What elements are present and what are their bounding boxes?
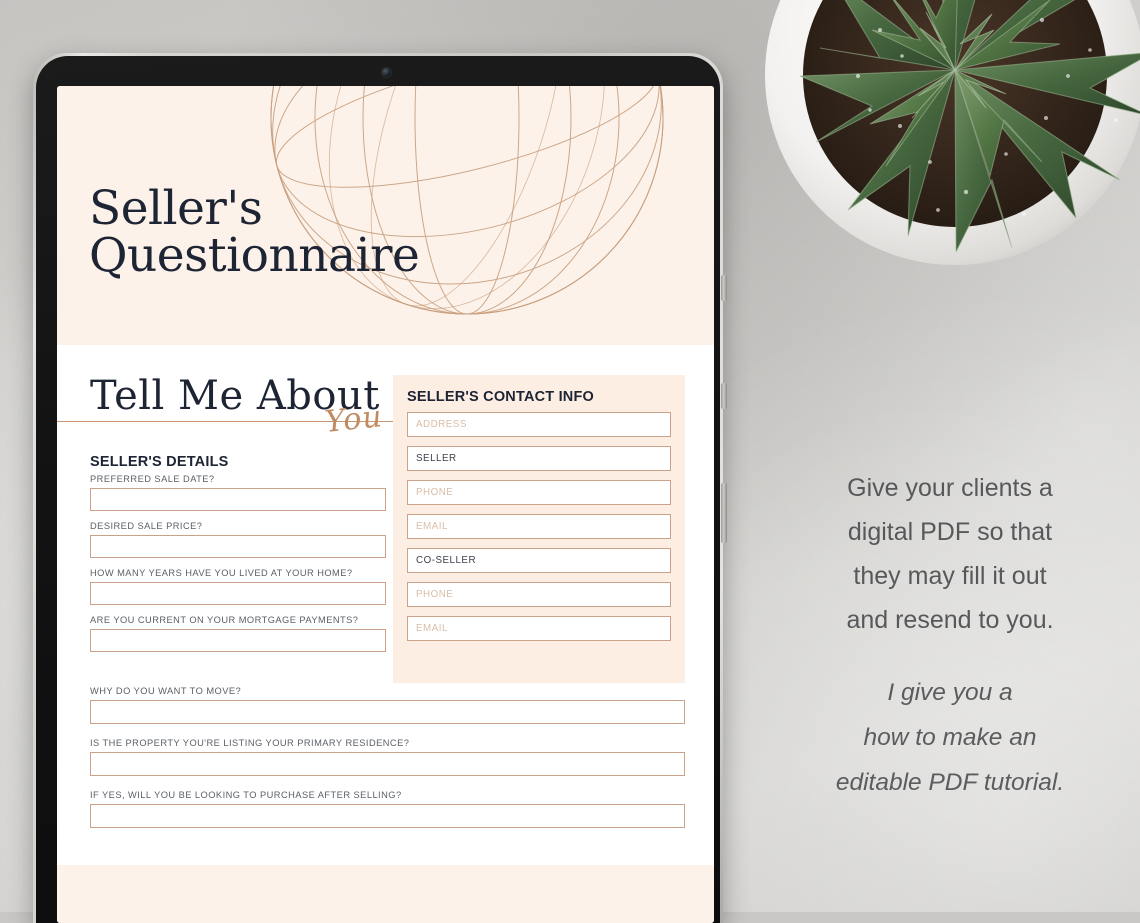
question-group-why-move: WHY DO YOU WANT TO MOVE? [90, 686, 685, 724]
contact-info-heading: SELLER'S CONTACT INFO [407, 389, 595, 405]
volume-down-button[interactable] [721, 383, 727, 409]
co-seller-email-placeholder: EMAIL [416, 623, 448, 634]
question-group-desired-sale-price: DESIRED SALE PRICE? [90, 521, 386, 558]
copy-line: how to make an [863, 724, 1037, 751]
tablet-device: Seller's Questionnaire Tell Me About You… [33, 53, 727, 923]
seller-email-placeholder: EMAIL [416, 521, 448, 532]
contact-field-seller[interactable]: SELLER [407, 446, 671, 471]
contact-field-seller-phone[interactable]: PHONE [407, 480, 671, 505]
co-seller-phone-placeholder: PHONE [416, 589, 454, 600]
address-placeholder: ADDRESS [416, 419, 467, 430]
contact-field-co-seller[interactable]: CO-SELLER [407, 548, 671, 573]
front-camera-icon [382, 68, 391, 77]
marketing-copy-block-2: I give you a how to make an editable PDF… [760, 670, 1140, 805]
question-label: IS THE PROPERTY YOU'RE LISTING YOUR PRIM… [90, 738, 410, 748]
page-title: Seller's Questionnaire [89, 185, 420, 283]
contact-field-address[interactable]: ADDRESS [407, 412, 671, 437]
question-label: DESIRED SALE PRICE? [90, 521, 203, 531]
question-label: PREFERRED SALE DATE? [90, 474, 215, 484]
sellers-details-section: SELLER'S DETAILS PREFERRED SALE DATE? DE… [90, 454, 386, 652]
purchase-after-selling-input[interactable] [90, 804, 685, 828]
copy-line: and resend to you. [846, 606, 1054, 634]
copy-line: digital PDF so that [847, 518, 1053, 546]
question-group-mortgage-current: ARE YOU CURRENT ON YOUR MORTGAGE PAYMENT… [90, 615, 386, 652]
page-title-line2: Questionnaire [89, 227, 420, 283]
sellers-details-heading: SELLER'S DETAILS [90, 454, 229, 470]
question-label: ARE YOU CURRENT ON YOUR MORTGAGE PAYMENT… [90, 615, 359, 625]
document-header: Seller's Questionnaire [57, 86, 714, 345]
wide-questions-section: WHY DO YOU WANT TO MOVE? IS THE PROPERTY… [90, 686, 685, 842]
why-move-input[interactable] [90, 700, 685, 724]
preferred-sale-date-input[interactable] [90, 488, 386, 511]
contact-field-seller-email[interactable]: EMAIL [407, 514, 671, 539]
sellers-contact-info-panel: SELLER'S CONTACT INFO ADDRESS SELLER PHO… [393, 375, 685, 683]
primary-residence-input[interactable] [90, 752, 685, 776]
section-heading-script-text: You [323, 399, 385, 440]
question-group-preferred-sale-date: PREFERRED SALE DATE? [90, 474, 386, 511]
question-group-primary-residence: IS THE PROPERTY YOU'RE LISTING YOUR PRIM… [90, 738, 685, 776]
contact-field-co-seller-email[interactable]: EMAIL [407, 616, 671, 641]
tablet-screen[interactable]: Seller's Questionnaire Tell Me About You… [57, 86, 714, 923]
volume-up-button[interactable] [721, 275, 727, 301]
years-lived-input[interactable] [90, 582, 386, 605]
power-button[interactable] [721, 483, 727, 543]
question-label: HOW MANY YEARS HAVE YOU LIVED AT YOUR HO… [90, 568, 353, 578]
seller-label: SELLER [416, 453, 457, 464]
question-group-purchase-after-selling: IF YES, WILL YOU BE LOOKING TO PURCHASE … [90, 790, 685, 828]
copy-line: I give you a [887, 679, 1013, 706]
marketing-copy: Give your clients a digital PDF so that … [760, 466, 1140, 805]
contact-field-co-seller-phone[interactable]: PHONE [407, 582, 671, 607]
mortgage-current-input[interactable] [90, 629, 386, 652]
co-seller-label: CO-SELLER [416, 555, 477, 566]
seller-phone-placeholder: PHONE [416, 487, 454, 498]
desired-sale-price-input[interactable] [90, 535, 386, 558]
document-footer-band [57, 865, 714, 923]
copy-line: editable PDF tutorial. [835, 769, 1065, 796]
copy-line: they may fill it out [853, 562, 1047, 590]
question-group-years-lived: HOW MANY YEARS HAVE YOU LIVED AT YOUR HO… [90, 568, 386, 605]
succulent-plant-photo [765, 0, 1140, 265]
question-label: IF YES, WILL YOU BE LOOKING TO PURCHASE … [90, 790, 402, 800]
copy-line: Give your clients a [847, 474, 1053, 502]
marketing-copy-block-1: Give your clients a digital PDF so that … [760, 466, 1140, 642]
question-label: WHY DO YOU WANT TO MOVE? [90, 686, 242, 696]
